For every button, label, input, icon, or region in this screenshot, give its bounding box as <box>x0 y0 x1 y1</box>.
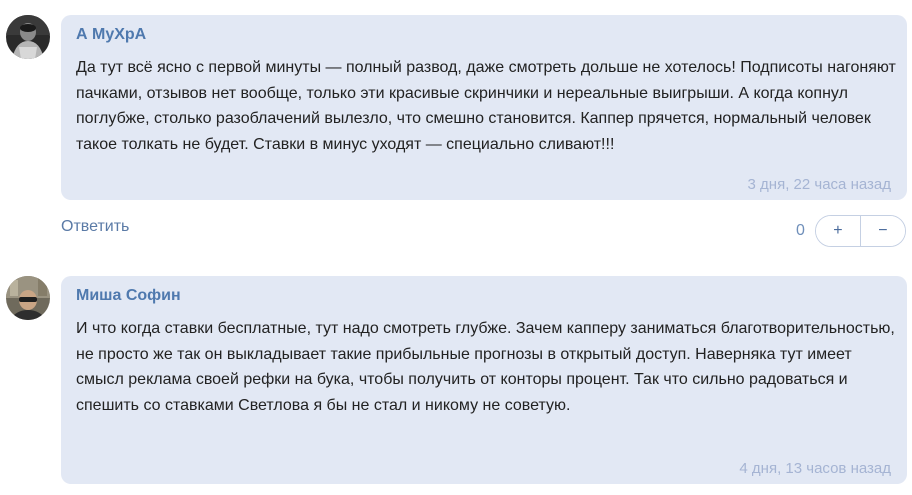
user-photo-icon <box>6 276 50 320</box>
comment-bubble: А МуХрА Да тут всё ясно с первой минуты … <box>61 15 907 200</box>
avatar[interactable] <box>6 276 50 320</box>
upvote-button[interactable]: + <box>815 216 860 246</box>
vote-count: 0 <box>796 222 805 239</box>
user-photo-icon <box>6 15 50 59</box>
comment-text: И что когда ставки бесплатные, тут надо … <box>76 320 895 414</box>
comment-timestamp: 4 дня, 13 часов назад <box>739 460 891 477</box>
comment-author[interactable]: А МуХрА <box>76 26 146 44</box>
vote-controls: 0 + − <box>796 215 906 247</box>
reply-button[interactable]: Ответить <box>61 218 129 236</box>
comment-author[interactable]: Миша Софин <box>76 287 181 305</box>
comment-text: Да тут всё ясно с первой минуты — полный… <box>76 59 896 153</box>
downvote-button[interactable]: − <box>859 216 905 246</box>
vote-button-group: + − <box>814 215 906 247</box>
avatar[interactable] <box>6 15 50 59</box>
comment-timestamp: 3 дня, 22 часа назад <box>747 176 891 193</box>
comment-bubble: Миша Софин И что когда ставки бесплатные… <box>61 276 907 484</box>
